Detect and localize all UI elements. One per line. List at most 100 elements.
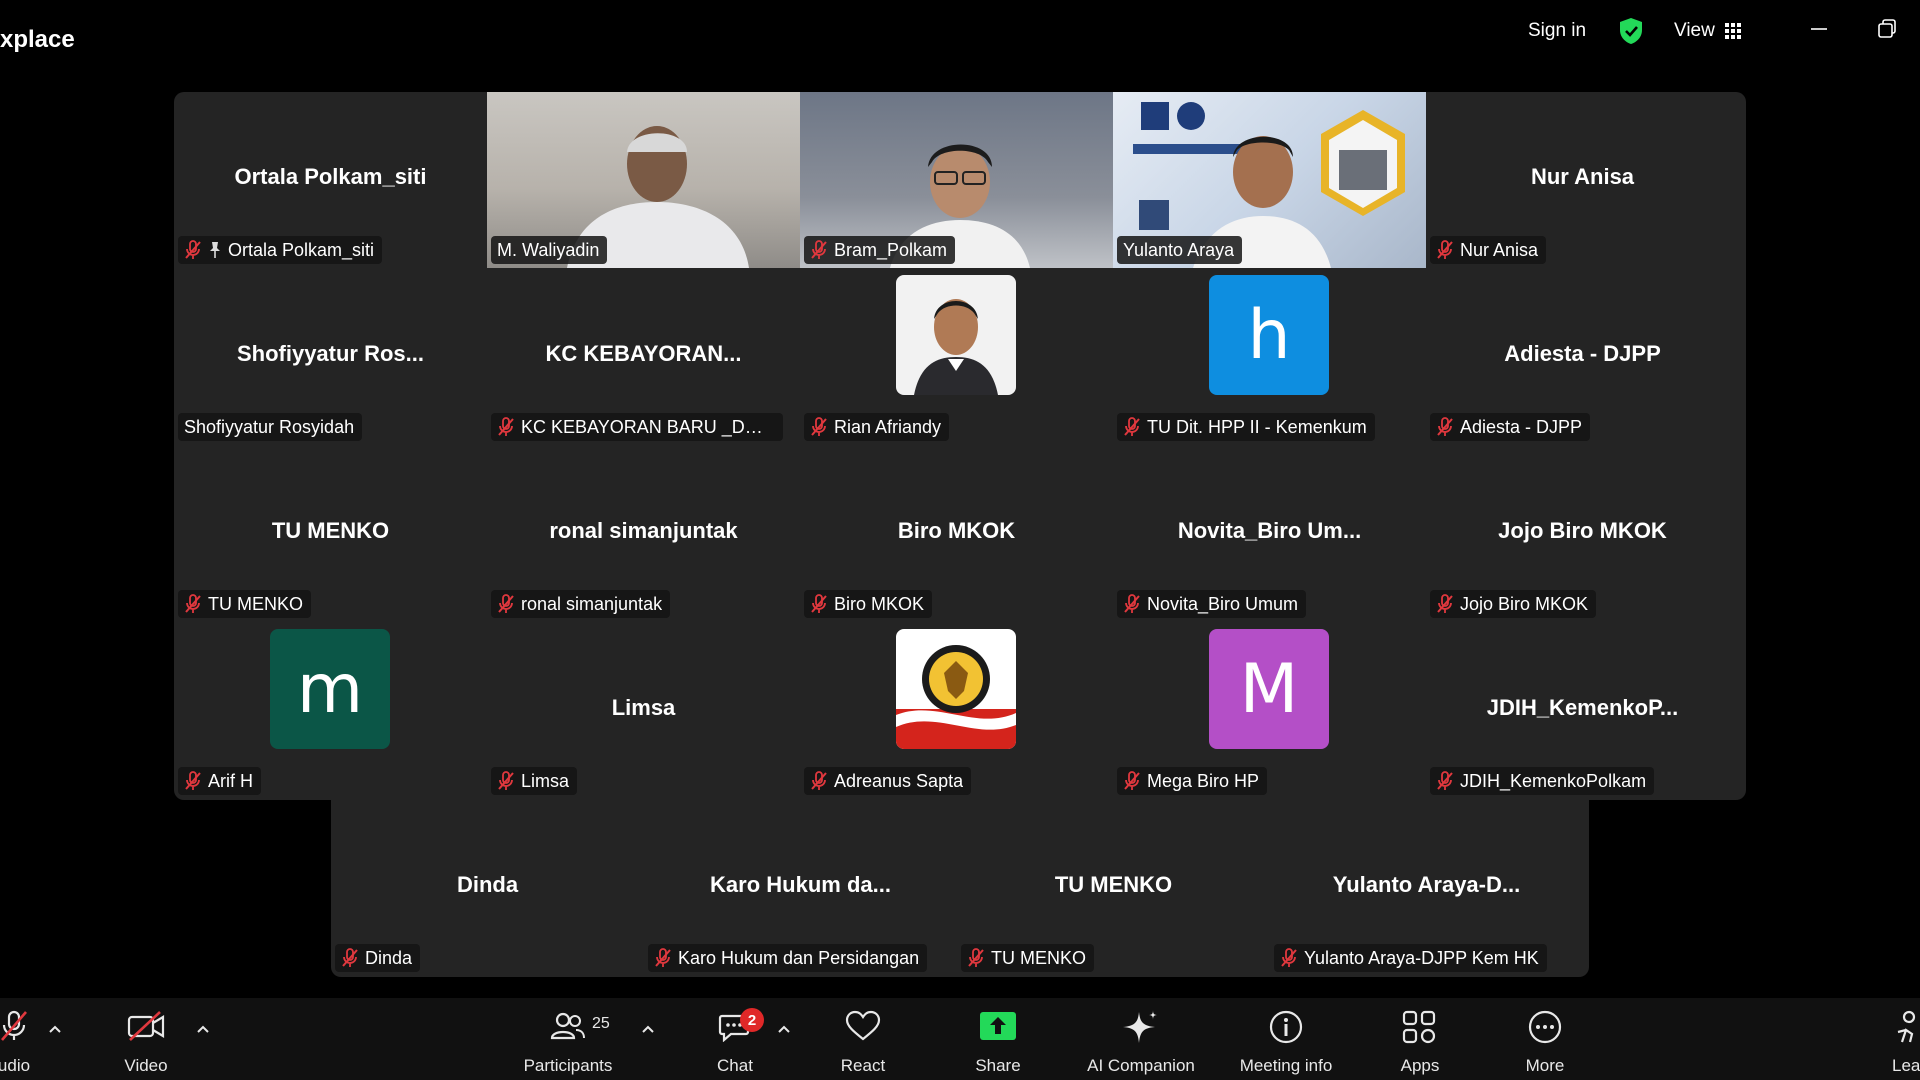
participant-tile[interactable]: Rian Afriandy	[800, 269, 1113, 445]
participant-tile[interactable]: KC KEBAYORAN... KC KEBAYORAN BARU _Dwi R…	[487, 269, 800, 445]
participant-name: Shofiyyatur Rosyidah	[184, 416, 355, 437]
more-button[interactable]: More	[1521, 1010, 1569, 1076]
audio-button[interactable]: udio	[0, 1010, 36, 1076]
participant-name: M. Waliyadin	[497, 239, 600, 260]
more-label: More	[1525, 1056, 1565, 1075]
name-label: ronal simanjuntak	[491, 590, 671, 618]
view-button[interactable]: View	[1674, 20, 1741, 42]
participant-tile[interactable]: Ortala Polkam_siti Ortala Polkam_siti	[174, 92, 487, 268]
ai-companion-button[interactable]: AI Companion	[1082, 1010, 1200, 1076]
participant-tile[interactable]: Shofiyyatur Ros... Shofiyyatur Rosyidah	[174, 269, 487, 445]
leave-icon	[1897, 1010, 1916, 1043]
participant-tile[interactable]: m Arif H	[174, 623, 487, 799]
participant-display-name: TU MENKO	[271, 518, 390, 543]
name-label: Biro MKOK	[804, 590, 933, 618]
grid-icon	[1724, 23, 1741, 39]
restore-icon[interactable]	[1874, 16, 1900, 42]
participant-tile[interactable]: ronal simanjuntak ronal simanjuntak	[487, 446, 800, 622]
minimize-icon[interactable]	[1806, 16, 1832, 42]
name-label: Shofiyyatur Rosyidah	[178, 413, 363, 441]
mic-muted-icon	[1, 1010, 27, 1041]
name-label: Novita_Biro Umum	[1117, 590, 1307, 618]
participant-tile[interactable]: Novita_Biro Um... Novita_Biro Umum	[1113, 446, 1426, 622]
mic-muted-icon	[185, 594, 201, 613]
participant-tile[interactable]: Nur Anisa Nur Anisa	[1426, 92, 1739, 268]
participant-name: TU Dit. HPP II - Kemenkum	[1147, 416, 1367, 437]
name-label: Arif H	[178, 767, 261, 795]
mic-muted-icon	[1124, 417, 1140, 436]
participant-display-name: Adiesta - DJPP	[1504, 341, 1661, 366]
share-screen-icon	[980, 1012, 1016, 1040]
participant-tile[interactable]: Yulanto Araya-D... Yulanto Araya-DJPP Ke…	[1270, 800, 1583, 976]
leave-button[interactable]: Lea	[1892, 1010, 1920, 1076]
participant-display-name: Karo Hukum da...	[710, 872, 891, 897]
participant-tile-active-speaker[interactable]: M. Waliyadin	[487, 92, 800, 268]
mic-muted-icon	[1124, 594, 1140, 613]
mic-muted-icon	[655, 948, 671, 967]
name-label: Karo Hukum dan Persidangan	[648, 944, 928, 972]
name-label: Ortala Polkam_siti	[178, 236, 383, 264]
name-label: Yulanto Araya-DJPP Kem HK	[1274, 944, 1547, 972]
participant-name: Nur Anisa	[1460, 239, 1539, 260]
participant-tile[interactable]: Bram_Polkam	[800, 92, 1113, 268]
mic-muted-icon	[811, 594, 827, 613]
participant-display-name: ronal simanjuntak	[549, 518, 738, 543]
view-label: View	[1674, 20, 1715, 41]
participant-name: Ortala Polkam_siti	[228, 239, 375, 260]
participant-tile[interactable]: JDIH_KemenkoP... JDIH_KemenkoPolkam	[1426, 623, 1739, 799]
react-button[interactable]: React	[834, 1010, 892, 1076]
pin-icon	[210, 242, 220, 258]
participant-name: TU MENKO	[991, 947, 1087, 968]
avatar-letter: M	[1209, 629, 1329, 749]
participant-name: KC KEBAYORAN BARU _Dwi R...	[521, 416, 775, 437]
mic-muted-icon	[498, 594, 514, 613]
participant-tile[interactable]: Dinda Dinda	[331, 800, 644, 976]
participant-display-name: Nur Anisa	[1530, 164, 1635, 189]
name-label: M. Waliyadin	[491, 236, 608, 264]
name-label: Adiesta - DJPP	[1430, 413, 1591, 441]
sign-in-link[interactable]: Sign in	[1528, 20, 1586, 42]
chat-options-chevron-icon[interactable]	[777, 1024, 791, 1034]
shield-check-icon[interactable]	[1618, 17, 1644, 45]
participant-tile[interactable]: Jojo Biro MKOK Jojo Biro MKOK	[1426, 446, 1739, 622]
participants-options-chevron-icon[interactable]	[641, 1024, 655, 1034]
name-label: Nur Anisa	[1430, 236, 1547, 264]
mic-muted-icon	[342, 948, 358, 967]
participant-tile[interactable]: Adiesta - DJPP Adiesta - DJPP	[1426, 269, 1739, 445]
meeting-toolbar: udio Video Participants 25 Chat 2 React …	[0, 998, 1920, 1080]
audio-options-chevron-icon[interactable]	[48, 1024, 62, 1034]
participant-tile[interactable]: TU MENKO TU MENKO	[957, 800, 1270, 976]
video-button[interactable]: Video	[115, 1010, 177, 1076]
participant-tile[interactable]: Karo Hukum da... Karo Hukum dan Persidan…	[644, 800, 957, 976]
meeting-info-button[interactable]: Meeting info	[1234, 1010, 1338, 1076]
participant-tile[interactable]: TU MENKO TU MENKO	[174, 446, 487, 622]
participant-tile[interactable]: Yulanto Araya	[1113, 92, 1426, 268]
participant-name: Limsa	[521, 770, 570, 791]
mic-muted-icon	[1437, 240, 1453, 259]
leave-label: Lea	[1892, 1056, 1920, 1075]
participant-tile[interactable]: Limsa Limsa	[487, 623, 800, 799]
mic-muted-icon	[185, 771, 201, 790]
meeting-info-label: Meeting info	[1239, 1056, 1333, 1075]
mic-muted-icon	[1124, 771, 1140, 790]
participant-name: Adiesta - DJPP	[1460, 416, 1583, 437]
name-label: TU Dit. HPP II - Kemenkum	[1117, 413, 1375, 441]
person-photo-image	[914, 299, 998, 395]
mic-muted-icon	[1437, 417, 1453, 436]
mic-muted-icon	[811, 240, 827, 259]
share-button[interactable]: Share	[969, 1010, 1027, 1076]
participant-name: Novita_Biro Umum	[1147, 593, 1299, 614]
video-options-chevron-icon[interactable]	[196, 1024, 210, 1034]
participant-name: ronal simanjuntak	[521, 593, 663, 614]
name-label: Dinda	[335, 944, 421, 972]
participant-tile[interactable]: Adreanus Sapta	[800, 623, 1113, 799]
participant-tile[interactable]: h TU Dit. HPP II - Kemenkum	[1113, 269, 1426, 445]
window-title: xplace	[0, 26, 75, 53]
chat-unread-badge: 2	[740, 1008, 764, 1032]
participant-tile[interactable]: Biro MKOK Biro MKOK	[800, 446, 1113, 622]
name-label: JDIH_KemenkoPolkam	[1430, 767, 1655, 795]
participant-tile[interactable]: M Mega Biro HP	[1113, 623, 1426, 799]
apps-button[interactable]: Apps	[1396, 1010, 1444, 1076]
mic-muted-icon	[498, 771, 514, 790]
more-dots-icon	[1528, 1010, 1562, 1044]
